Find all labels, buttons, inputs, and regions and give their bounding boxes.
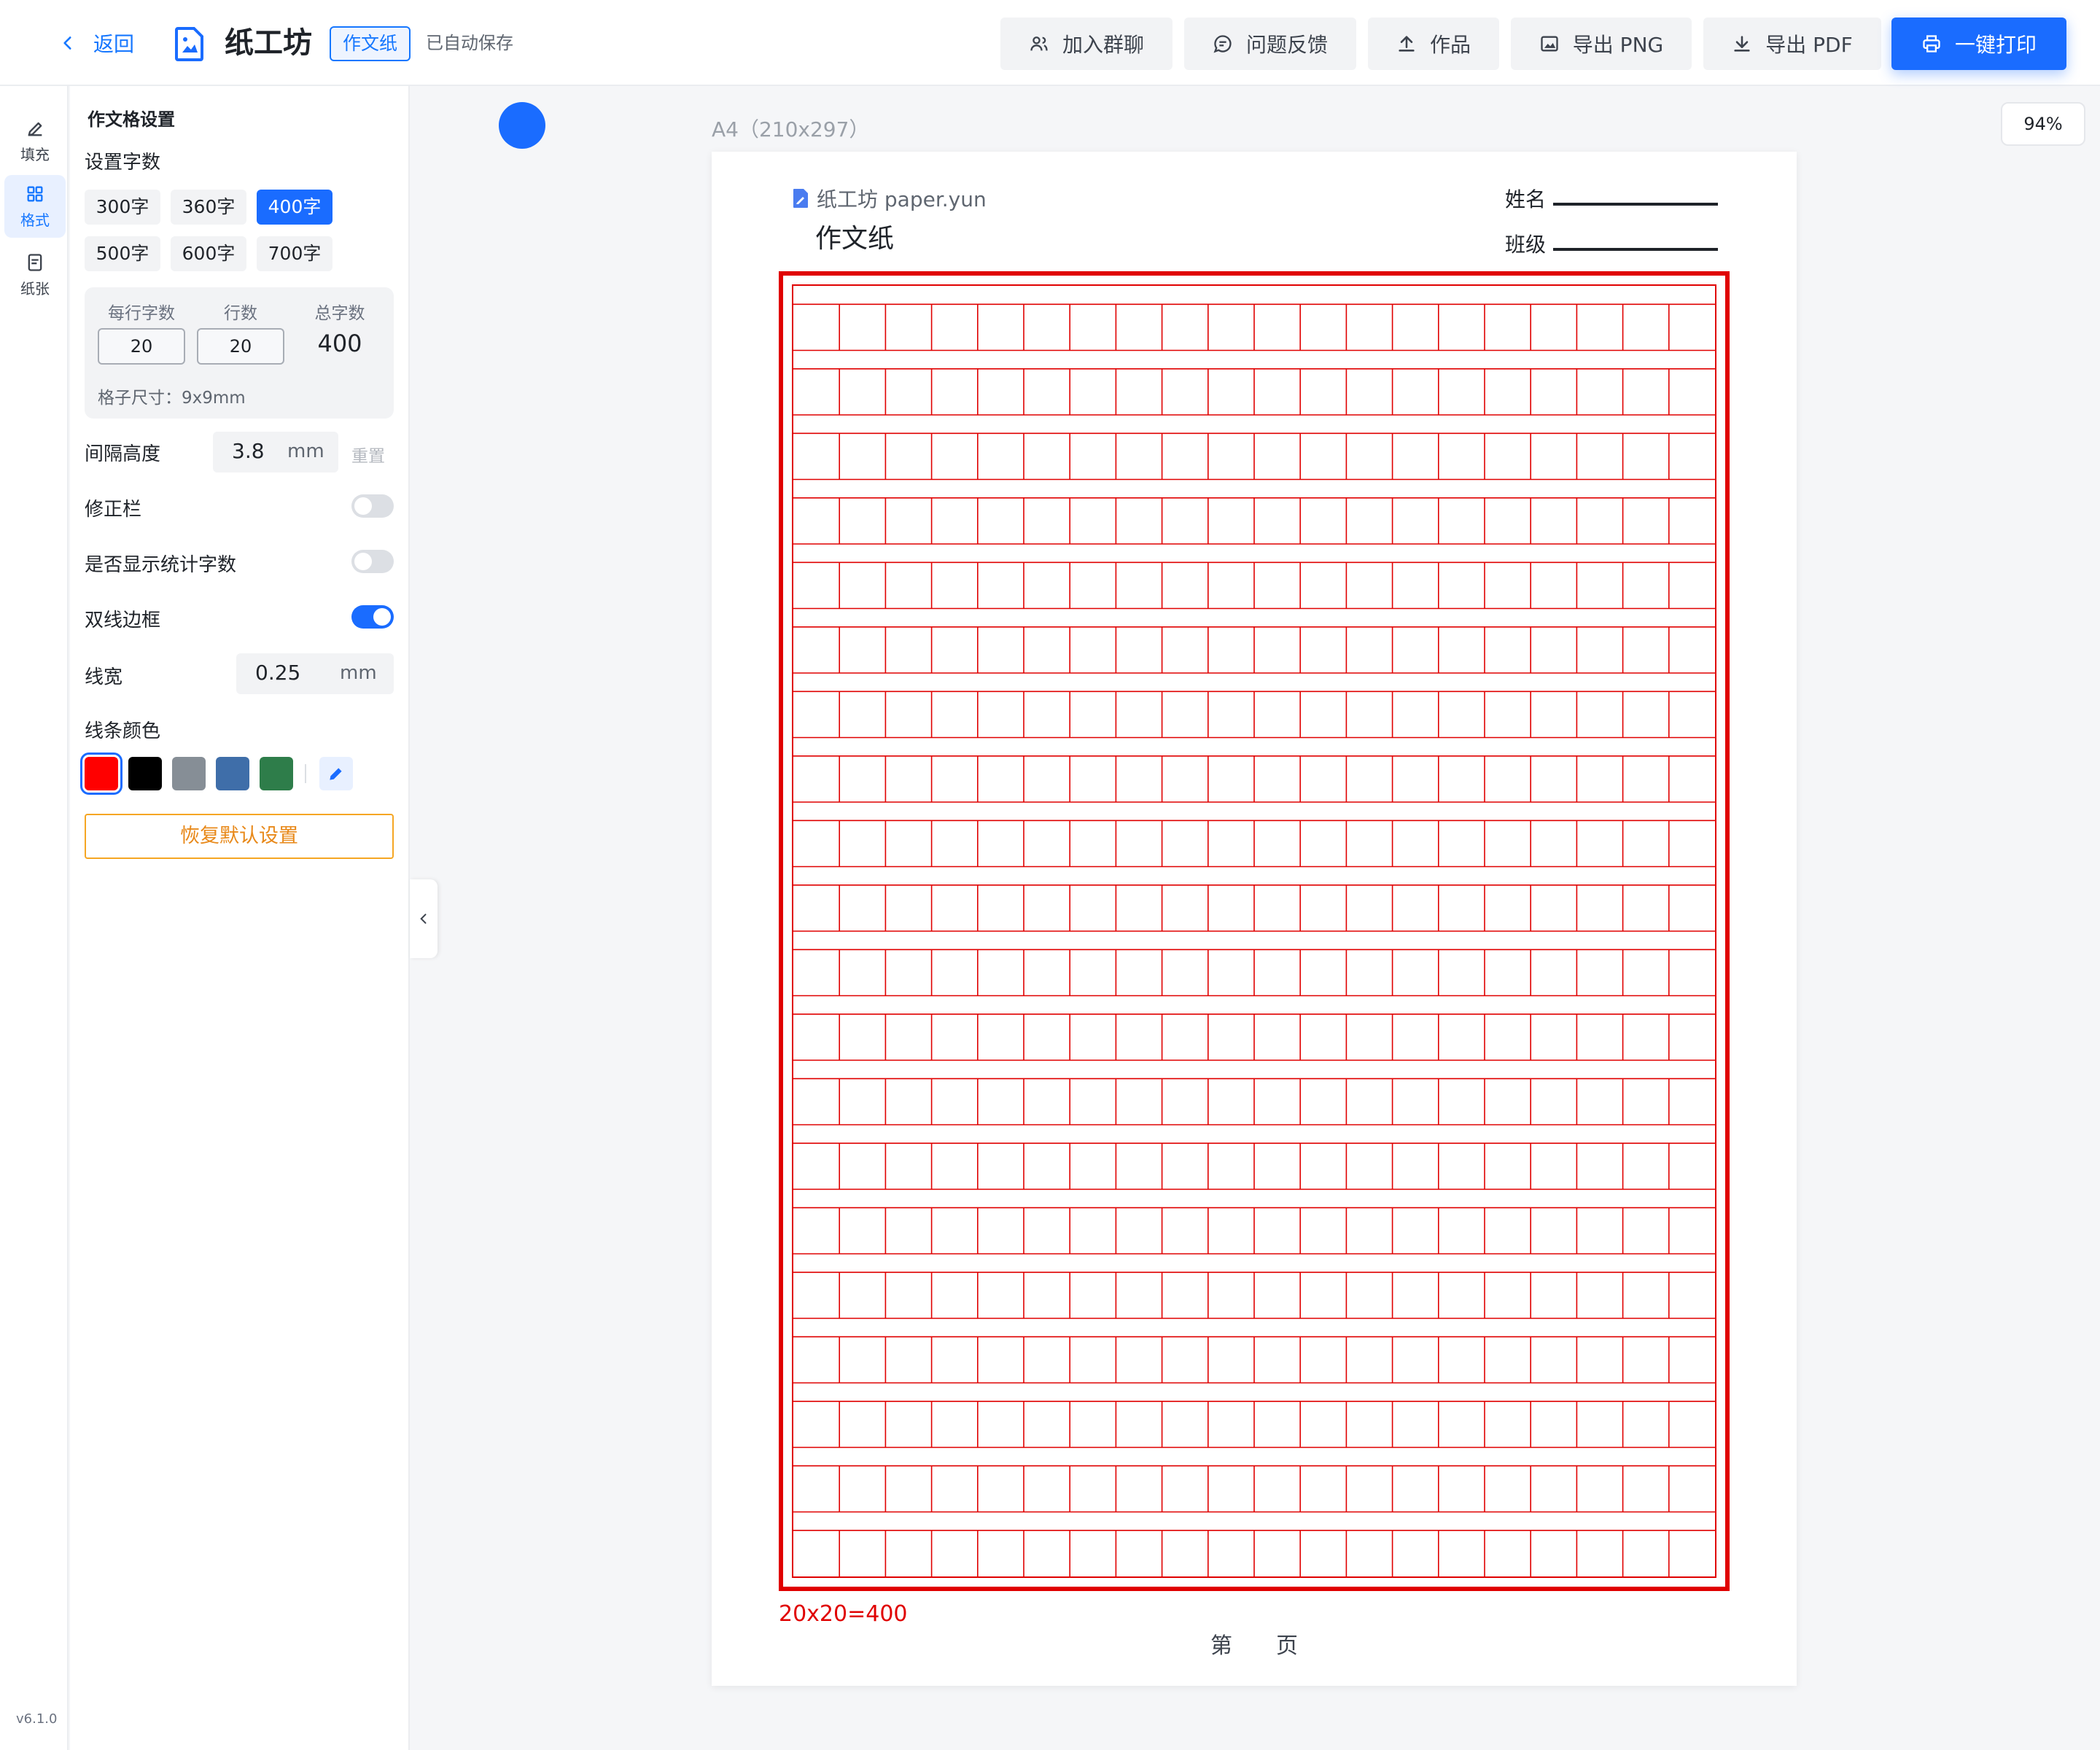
- message-icon: [1213, 35, 1232, 53]
- line-width-unit: mm: [340, 662, 377, 684]
- export-png-label: 导出 PNG: [1572, 33, 1664, 57]
- color-swatch[interactable]: [172, 757, 206, 790]
- print-button[interactable]: 一键打印: [1891, 18, 2066, 70]
- color-swatch[interactable]: [260, 757, 293, 790]
- export-png-button[interactable]: 导出 PNG: [1511, 18, 1692, 70]
- rail-item-paper[interactable]: 纸张: [4, 244, 66, 306]
- rail-item-format[interactable]: 格式: [4, 175, 66, 238]
- doc-type-tag: 作文纸: [330, 26, 411, 61]
- app-logo-icon: [175, 27, 203, 61]
- correction-label: 修正栏: [85, 499, 142, 521]
- feedback-label: 问题反馈: [1245, 33, 1328, 57]
- rail-item-label: 纸张: [20, 279, 50, 298]
- back-label: 返回: [93, 32, 135, 56]
- color-swatch[interactable]: [216, 757, 249, 790]
- count-label: 设置字数: [85, 152, 161, 174]
- paper-brand-text: 纸工坊 paper.yun: [817, 187, 987, 211]
- color-swatch[interactable]: [128, 757, 162, 790]
- paper-preview: 纸工坊 paper.yun 作文纸 姓名 班级 20x20=400 第 页: [712, 152, 1797, 1686]
- back-button[interactable]: 返回: [58, 28, 134, 58]
- floating-action-button[interactable]: [499, 102, 545, 149]
- line-width-value: 0.25: [255, 661, 301, 685]
- swatch-divider: [305, 764, 306, 783]
- total-value: 400: [317, 330, 362, 357]
- double-border-label: 双线边框: [85, 610, 161, 631]
- writing-grid: [793, 303, 1715, 1576]
- count-option-700[interactable]: 700字: [257, 236, 332, 271]
- upload-icon: [1399, 36, 1415, 52]
- page-number-text: 第 页: [1210, 1633, 1298, 1659]
- cell-size-text: 格子尺寸：9x9mm: [98, 389, 246, 408]
- total-label: 总字数: [314, 304, 365, 323]
- line-color-label: 线条颜色: [85, 720, 161, 742]
- side-rail: 填充 格式 纸张 v6.1.0: [0, 86, 69, 1750]
- panel-title: 作文格设置: [88, 109, 175, 130]
- count-option-600[interactable]: 600字: [171, 236, 246, 271]
- doc-logo-icon: [793, 189, 808, 208]
- line-width-label: 线宽: [85, 666, 123, 688]
- paper-size-label: A4（210x297）: [712, 117, 870, 141]
- gap-value: 3.8: [232, 439, 265, 463]
- pen-icon: [330, 768, 342, 780]
- version-label: v6.1.0: [16, 1711, 58, 1727]
- paper-brand: 纸工坊 paper.yun: [792, 184, 987, 213]
- rail-item-label: 填充: [20, 145, 50, 163]
- restore-defaults-button[interactable]: 恢复默认设置: [85, 814, 394, 859]
- color-swatch[interactable]: [80, 752, 122, 795]
- zoom-level[interactable]: 94%: [2001, 102, 2085, 146]
- rail-item-fill[interactable]: 填充: [4, 109, 66, 172]
- per-line-input[interactable]: [98, 328, 185, 365]
- gap-label: 间隔高度: [85, 443, 161, 465]
- users-icon: [1030, 36, 1048, 51]
- app-title: 纸工坊: [225, 26, 312, 60]
- count-summary-card: 每行字数 行数 总字数 400 格子尺寸：9x9mm: [85, 287, 394, 419]
- gap-unit: mm: [287, 440, 324, 462]
- line-width-field[interactable]: 0.25 mm: [236, 653, 394, 694]
- paper-icon: [28, 253, 42, 271]
- correction-toggle[interactable]: [351, 494, 394, 518]
- printer-icon: [1923, 35, 1940, 52]
- grid-icon: [27, 185, 43, 201]
- class-label: 班级: [1505, 233, 1547, 257]
- count-option-360[interactable]: 360字: [171, 190, 246, 225]
- grid-inner-border: [792, 284, 1716, 1578]
- class-underline: [1553, 248, 1718, 251]
- top-bar: 返回 纸工坊 作文纸 已自动保存 加入群聊 问题反馈 作品 导出 PNG 导出 …: [0, 0, 2100, 86]
- count-option-300[interactable]: 300字: [85, 190, 160, 225]
- chevron-left-icon: [420, 914, 427, 924]
- count-option-500[interactable]: 500字: [85, 236, 160, 271]
- download-icon: [1734, 36, 1750, 52]
- grid-outer-border: [779, 271, 1730, 1591]
- autosave-status: 已自动保存: [426, 33, 513, 53]
- count-option-400[interactable]: 400字: [257, 190, 332, 225]
- join-group-button[interactable]: 加入群聊: [1000, 18, 1172, 70]
- settings-panel: 作文格设置 设置字数 300字 360字 400字 500字 600字 700字…: [70, 86, 410, 1750]
- feedback-button[interactable]: 问题反馈: [1184, 18, 1356, 70]
- export-pdf-button[interactable]: 导出 PDF: [1703, 18, 1881, 70]
- image-icon: [1541, 36, 1558, 52]
- name-underline: [1553, 203, 1718, 206]
- gap-field[interactable]: 3.8 mm: [213, 432, 338, 472]
- name-label: 姓名: [1505, 187, 1547, 211]
- gap-reset-link[interactable]: 重置: [351, 442, 385, 467]
- print-label: 一键打印: [1954, 33, 2037, 57]
- chevron-left-icon: [63, 36, 71, 50]
- per-line-label: 每行字数: [108, 304, 175, 323]
- collapse-panel-button[interactable]: [410, 879, 438, 958]
- custom-color-button[interactable]: [319, 757, 353, 790]
- grid-count-text: 20x20=400: [779, 1601, 908, 1627]
- works-button[interactable]: 作品: [1368, 18, 1499, 70]
- works-label: 作品: [1429, 33, 1471, 57]
- show-count-label: 是否显示统计字数: [85, 554, 237, 576]
- double-border-toggle[interactable]: [351, 605, 394, 629]
- join-group-label: 加入群聊: [1062, 33, 1144, 57]
- export-pdf-label: 导出 PDF: [1765, 33, 1853, 57]
- show-count-toggle[interactable]: [351, 550, 394, 573]
- rows-input[interactable]: [197, 328, 284, 365]
- rail-item-label: 格式: [20, 211, 50, 229]
- rows-label: 行数: [224, 304, 257, 323]
- pencil-icon: [28, 122, 42, 136]
- paper-title: 作文纸: [815, 224, 895, 254]
